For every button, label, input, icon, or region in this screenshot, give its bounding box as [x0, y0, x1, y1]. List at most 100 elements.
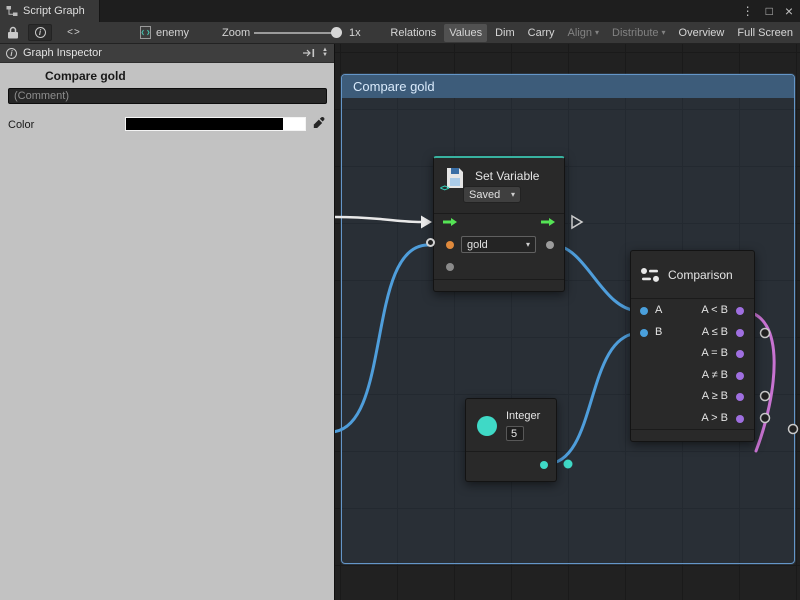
toolbar-buttons: Relations Values Dim Carry Align▾ Distri…	[385, 23, 798, 43]
color-swatch[interactable]	[125, 117, 306, 131]
info-icon: i	[35, 27, 46, 38]
flow-input-arrow-icon[interactable]	[443, 217, 458, 227]
input-port-a[interactable]	[640, 307, 648, 315]
graph-inspector-header: i Graph Inspector ▲ ▼	[0, 44, 334, 63]
group-title-field[interactable]: Compare gold	[45, 69, 126, 83]
inspector-toggle-button[interactable]: i	[28, 24, 52, 41]
graph-inspector-panel: i Graph Inspector ▲ ▼ Compare gold Color	[0, 44, 335, 600]
flow-output-arrow-icon[interactable]	[541, 217, 556, 227]
port-row: A = B	[631, 343, 754, 365]
input-port-b[interactable]	[640, 329, 648, 337]
wire-set-variable-to-comparison-a[interactable]	[552, 245, 640, 311]
graph-asset-icon	[140, 26, 151, 39]
preview-code-button[interactable]: <>	[60, 24, 88, 41]
close-icon[interactable]: ×	[785, 4, 793, 18]
zoom-slider-track[interactable]	[254, 32, 338, 34]
chevron-down-icon: ▾	[662, 24, 666, 42]
wire-flow-white[interactable]	[335, 217, 421, 222]
maximize-icon[interactable]: □	[766, 5, 773, 17]
dock-panel-icon[interactable]	[302, 48, 316, 58]
comparison-node[interactable]: Comparison A A < B B A ≤ B A = B	[630, 250, 755, 442]
output-port-greater[interactable]	[736, 415, 744, 423]
spin-down-icon[interactable]: ▼	[322, 53, 328, 58]
integer-output-port[interactable]	[540, 461, 548, 469]
set-variable-node[interactable]: <> Set Variable Saved ▾ gold ▾	[433, 156, 565, 292]
distribute-button[interactable]: Distribute▾	[607, 24, 670, 42]
zoom-value: 1x	[349, 27, 361, 39]
scroll-spinner[interactable]: ▲ ▼	[322, 48, 328, 58]
integer-node[interactable]: Integer	[465, 398, 557, 482]
port-row: A ≥ B	[631, 386, 754, 408]
variable-kind-dropdown[interactable]: Saved ▾	[463, 186, 521, 203]
node-separator	[434, 213, 564, 214]
output-label: A > B	[701, 412, 728, 424]
graph-toolbar: i <> enemy Zoom 1x Relations Values Dim …	[0, 22, 800, 44]
wire-endpoint-dot	[564, 460, 573, 469]
variable-name-dropdown[interactable]: gold ▾	[461, 236, 536, 253]
zoom-slider-knob[interactable]	[331, 27, 342, 38]
zoom-label: Zoom	[222, 27, 250, 39]
window-menu-icon[interactable]: ⋮	[742, 5, 754, 17]
overview-button[interactable]: Overview	[674, 24, 730, 42]
node-title: Comparison	[668, 268, 733, 282]
carry-button[interactable]: Carry	[523, 24, 560, 42]
input-label: B	[655, 326, 662, 338]
code-icon: <>	[67, 27, 81, 38]
output-port-equal[interactable]	[736, 350, 744, 358]
empty-port-ring[interactable]	[761, 329, 770, 338]
window-controls: ⋮ □ ×	[742, 0, 793, 22]
graph-breadcrumb[interactable]: enemy	[140, 26, 189, 39]
chevron-down-icon: ▾	[595, 24, 599, 42]
empty-port-ring[interactable]	[761, 392, 770, 401]
output-port-not-equal[interactable]	[736, 372, 744, 380]
eyedropper-icon[interactable]	[312, 116, 326, 130]
empty-port-ring[interactable]	[761, 414, 770, 423]
node-separator	[631, 429, 754, 430]
node-separator	[466, 451, 556, 452]
node-title: Set Variable	[475, 169, 539, 183]
output-label: A < B	[701, 304, 728, 316]
port-row: B A ≤ B	[631, 322, 754, 344]
output-label: A = B	[701, 347, 728, 359]
output-port-less[interactable]	[736, 307, 744, 315]
port-row: A > B	[631, 408, 754, 430]
value-input-port[interactable]	[426, 238, 435, 247]
flow-target-triangle-icon	[572, 216, 582, 228]
port-rows: A A < B B A ≤ B A = B A ≠ B	[631, 300, 754, 429]
empty-port-ring[interactable]	[789, 425, 798, 434]
wire-integer-to-comparison-b[interactable]	[546, 333, 640, 464]
port-row: A A < B	[631, 300, 754, 322]
value-port[interactable]	[446, 263, 454, 271]
graph-canvas[interactable]: Compare gold <> Set Variable	[335, 44, 800, 600]
info-icon: i	[6, 48, 17, 59]
color-label: Color	[8, 119, 34, 131]
node-title: Integer	[506, 410, 540, 422]
lock-icon[interactable]	[7, 26, 19, 39]
tab-script-graph[interactable]: Script Graph	[0, 0, 100, 22]
graph-inspector-title: Graph Inspector	[23, 47, 296, 59]
values-button[interactable]: Values	[444, 24, 487, 42]
wire-value-into-set-variable[interactable]	[335, 245, 428, 432]
color-alpha-bar	[283, 118, 305, 130]
value-output-port[interactable]	[546, 241, 554, 249]
output-port-less-equal[interactable]	[736, 329, 744, 337]
script-graph-icon	[6, 5, 18, 17]
node-separator	[434, 279, 564, 280]
relations-button[interactable]: Relations	[385, 24, 441, 42]
output-label: A ≥ B	[702, 390, 728, 402]
tab-bar: Script Graph ⋮ □ ×	[0, 0, 800, 22]
chevron-down-icon: ▾	[526, 240, 530, 249]
unity-script-graph-window: Script Graph ⋮ □ × i <> enemy Zoom	[0, 0, 800, 600]
comparison-icon	[640, 267, 660, 283]
full-screen-button[interactable]: Full Screen	[732, 24, 798, 42]
variable-name-port[interactable]	[446, 241, 454, 249]
dim-button[interactable]: Dim	[490, 24, 520, 42]
align-button[interactable]: Align▾	[563, 24, 604, 42]
integer-type-icon	[477, 416, 497, 436]
variable-badge-icon: <>	[440, 183, 449, 193]
chevron-down-icon: ▾	[511, 190, 515, 199]
output-port-greater-equal[interactable]	[736, 393, 744, 401]
integer-value-field[interactable]	[506, 426, 524, 441]
node-header: Comparison	[631, 251, 754, 299]
group-comment-input[interactable]	[8, 88, 327, 104]
